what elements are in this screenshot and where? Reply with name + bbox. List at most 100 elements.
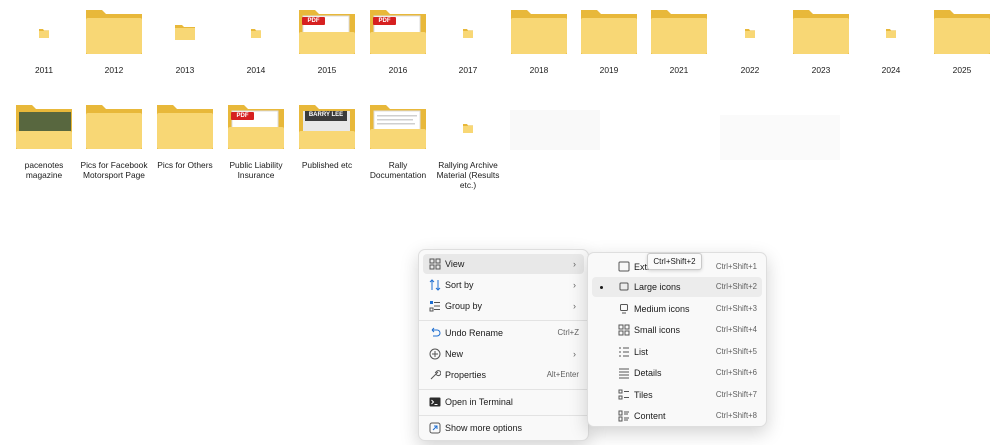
pdf-badge: PDF	[231, 112, 254, 120]
folder-label: pacenotes magazine	[24, 160, 64, 180]
folder-label: Pics for Others	[157, 160, 213, 170]
folder-label: 2025	[952, 65, 972, 75]
folder-item[interactable]: PDF Public Liability Insurance	[220, 101, 292, 180]
folder-label: 2017	[458, 65, 478, 75]
folder-item[interactable]: 2024	[855, 6, 927, 75]
folder-icon	[934, 10, 990, 54]
menu-item-label: Sort by	[445, 280, 474, 290]
properties-icon	[430, 370, 441, 380]
folder-icon	[86, 105, 142, 149]
view-icon	[429, 258, 441, 270]
submenu-item-label: Content	[634, 411, 666, 421]
submenu-item-shortcut: Ctrl+Shift+5	[715, 347, 757, 356]
view-submenu[interactable]: Extr Ctrl+Shift+1 Large icons Ctrl+Shift…	[587, 252, 767, 427]
menu-item-shortcut: Alt+Enter	[546, 370, 579, 379]
sort-icon	[429, 279, 441, 291]
folder-item[interactable]: pacenotes magazine	[8, 101, 80, 180]
folder-photo-icon	[299, 105, 355, 149]
menu-item-label: Properties	[445, 370, 487, 380]
folder-item[interactable]: 2017	[432, 6, 504, 75]
folder-icon	[86, 10, 142, 54]
folder-item[interactable]: PDF 2015	[291, 6, 363, 75]
menu-item-group-by[interactable]: Group by ›	[423, 296, 584, 316]
menu-item-label: Undo Rename	[445, 328, 504, 338]
folder-label: 2015	[317, 65, 337, 75]
folder-item[interactable]: PDF 2016	[362, 6, 434, 75]
list-icon	[619, 347, 629, 357]
folder-document-icon	[370, 105, 426, 149]
submenu-item-medium-icons[interactable]: Medium icons Ctrl+Shift+3	[592, 299, 762, 319]
submenu-item-shortcut: Ctrl+Shift+7	[715, 390, 757, 399]
large-icons-icon	[619, 282, 629, 291]
menu-separator	[419, 389, 588, 390]
new-icon	[429, 348, 441, 360]
tiles-icon	[618, 389, 629, 400]
submenu-item-large-icons[interactable]: Large icons Ctrl+Shift+2	[592, 277, 762, 297]
submenu-item-small-icons[interactable]: Small icons Ctrl+Shift+4	[592, 320, 762, 340]
menu-item-label: Open in Terminal	[445, 397, 513, 407]
submenu-item-list[interactable]: List Ctrl+Shift+5	[592, 342, 762, 362]
folder-item[interactable]: 2019	[573, 6, 645, 75]
medium-icons-icon	[620, 304, 628, 314]
folder-item[interactable]: Pics for Others	[149, 101, 221, 170]
submenu-item-content[interactable]: Content Ctrl+Shift+8	[592, 406, 762, 426]
menu-item-view[interactable]: View ›	[423, 254, 584, 274]
folder-label: 2018	[529, 65, 549, 75]
terminal-icon	[429, 397, 441, 407]
folder-item[interactable]: Rally Documentation	[362, 101, 434, 180]
folder-icon	[581, 10, 637, 54]
menu-separator	[419, 415, 588, 416]
small-folder-icon	[745, 29, 755, 38]
menu-item-shortcut: Ctrl+Z	[557, 328, 579, 337]
folder-item[interactable]: 2018	[503, 6, 575, 75]
folder-icon	[157, 105, 213, 149]
menu-item-label: View	[445, 259, 465, 269]
folder-label: 2023	[811, 65, 831, 75]
menu-item-undo-rename[interactable]: Undo Rename Ctrl+Z	[423, 323, 584, 343]
small-folder-icon	[175, 25, 195, 40]
menu-item-show-more-options[interactable]: Show more options	[423, 418, 584, 438]
folder-item[interactable]: 2023	[785, 6, 857, 75]
menu-item-open-in-terminal[interactable]: Open in Terminal	[423, 392, 584, 412]
folder-item[interactable]: 2011	[8, 6, 80, 75]
folder-item[interactable]: Pics for Facebook Motorsport Page	[78, 101, 150, 180]
submenu-item-label: Medium icons	[634, 304, 690, 314]
folder-label: 2021	[669, 65, 689, 75]
folder-pdf-icon	[370, 10, 426, 54]
folder-item[interactable]: BARRY LEE Published etc	[291, 101, 363, 170]
folder-label: 2012	[104, 65, 124, 75]
folder-item[interactable]: 2025	[926, 6, 998, 75]
folder-label: Rally Documentation	[369, 160, 427, 180]
folder-item[interactable]: 2012	[78, 6, 150, 75]
submenu-item-label: Tiles	[634, 390, 653, 400]
folder-pdf-icon	[299, 10, 355, 54]
chevron-right-icon: ›	[573, 301, 576, 311]
details-icon	[619, 368, 629, 379]
folder-item[interactable]: 2022	[714, 6, 786, 75]
context-menu[interactable]: View › Sort by › Group by › Undo Rename …	[418, 249, 589, 441]
chevron-right-icon: ›	[573, 349, 576, 359]
folder-label: Public Liability Insurance	[229, 160, 283, 180]
folder-pdf-icon	[228, 105, 284, 149]
menu-item-properties[interactable]: Properties Alt+Enter	[423, 365, 584, 385]
folder-icon	[793, 10, 849, 54]
submenu-item-tiles[interactable]: Tiles Ctrl+Shift+7	[592, 385, 762, 405]
pdf-badge: PDF	[373, 17, 396, 25]
menu-item-sort-by[interactable]: Sort by ›	[423, 275, 584, 295]
folder-item[interactable]: 2013	[149, 6, 221, 75]
submenu-item-shortcut: Ctrl+Shift+8	[715, 411, 757, 420]
content-icon	[618, 410, 629, 422]
shortcut-tooltip: Ctrl+Shift+2	[647, 253, 702, 270]
submenu-item-shortcut: Ctrl+Shift+4	[715, 325, 757, 334]
group-icon	[429, 301, 440, 312]
small-folder-icon	[463, 124, 473, 133]
folder-item[interactable]: 2021	[643, 6, 715, 75]
undo-icon	[431, 327, 441, 337]
menu-item-new[interactable]: New ›	[423, 344, 584, 364]
submenu-item-details[interactable]: Details Ctrl+Shift+6	[592, 363, 762, 383]
folder-item[interactable]: Rallying Archive Material (Results etc.)	[432, 101, 504, 190]
small-folder-icon	[39, 29, 49, 38]
folder-item[interactable]: 2014	[220, 6, 292, 75]
menu-separator	[419, 320, 588, 321]
menu-item-label: New	[445, 349, 464, 359]
